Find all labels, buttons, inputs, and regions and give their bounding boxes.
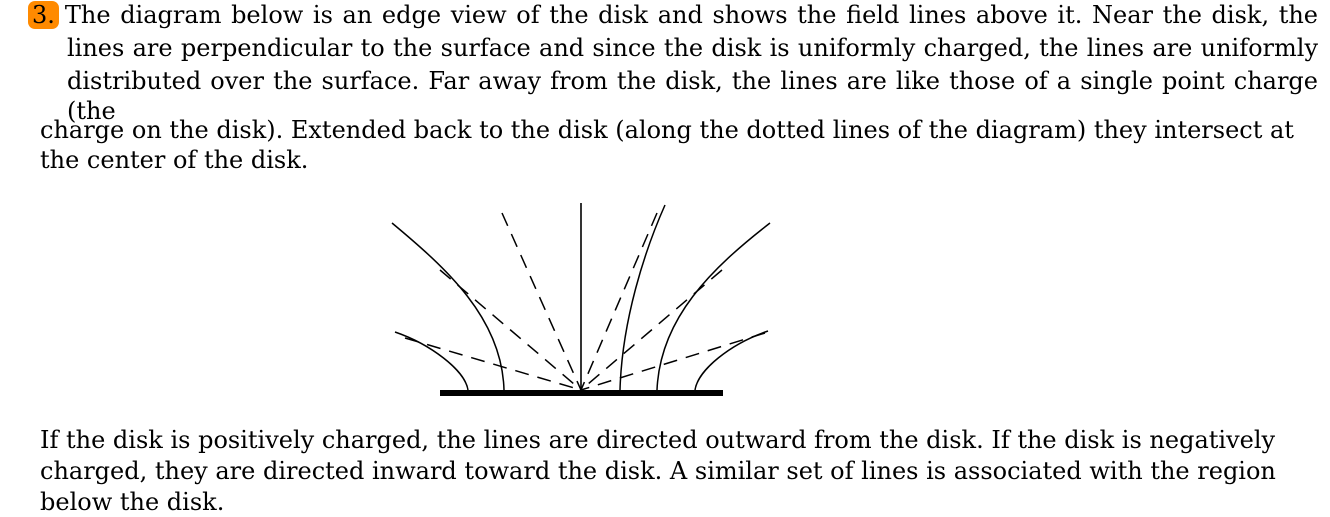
field-lines-diagram: [391, 203, 771, 396]
dotted-line-2: [439, 269, 582, 391]
problem-line-5: the center of the disk.: [40, 145, 308, 175]
after-text-3: below the disk.: [40, 488, 225, 516]
dotted-line-1: [501, 212, 582, 391]
problem-line-4: charge on the disk). Extended back to th…: [40, 115, 1294, 145]
dotted-line-3: [404, 337, 582, 391]
field-line-right-mid: [656, 222, 771, 391]
field-line-left-far: [391, 222, 505, 391]
problem-line-2: lines are perpendicular to the surface a…: [67, 33, 1318, 63]
problem-text-4: charge on the disk). Extended back to th…: [40, 116, 1294, 144]
problem-line-1: 3. The diagram below is an edge view of t…: [28, 0, 1318, 30]
problem-number-badge: 3.: [28, 1, 59, 29]
after-line-1: If the disk is positively charged, the l…: [40, 425, 1275, 455]
dotted-line-5: [580, 269, 723, 391]
after-text-2: charged, they are directed inward toward…: [40, 457, 1276, 485]
problem-text-1: The diagram below is an edge view of the…: [64, 1, 1318, 29]
after-text-1: If the disk is positively charged, the l…: [40, 426, 1276, 454]
problem-text-5: the center of the disk.: [40, 146, 309, 174]
after-line-3: below the disk.: [40, 487, 224, 517]
problem-text-2: lines are perpendicular to the surface a…: [67, 34, 1318, 62]
field-line-right-near: [694, 330, 769, 391]
field-line-left-near: [394, 331, 469, 391]
disk-edge: [440, 390, 723, 396]
after-line-2: charged, they are directed inward toward…: [40, 456, 1276, 486]
dotted-line-4: [580, 212, 658, 391]
dotted-line-6: [580, 332, 766, 391]
field-line-right-inner: [619, 204, 666, 391]
